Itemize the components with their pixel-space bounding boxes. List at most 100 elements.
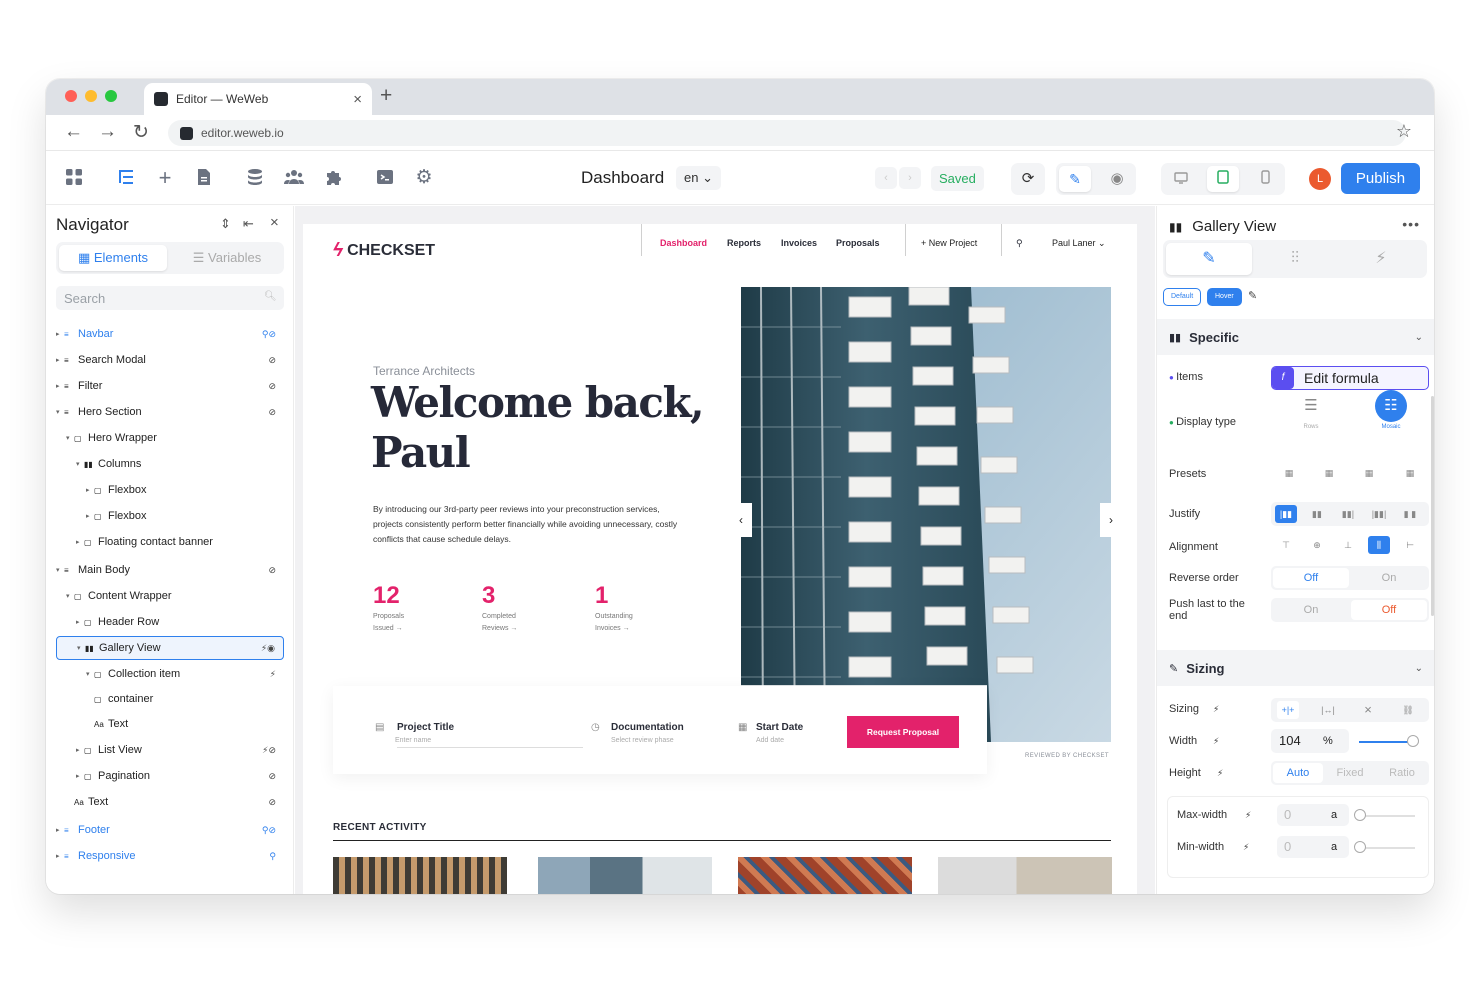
tree-item[interactable]: ▸ ▢ Flexbox bbox=[56, 504, 284, 528]
sizing-section-header[interactable]: ✎ Sizing ⌄ bbox=[1157, 650, 1434, 686]
pin-panel-icon[interactable]: ⇤ bbox=[243, 216, 254, 232]
sizing-fill-icon[interactable]: |↔| bbox=[1317, 701, 1339, 719]
edit-mode-pencil-icon[interactable]: ✎ bbox=[1059, 166, 1091, 192]
justify-between-icon[interactable]: |▮▮| bbox=[1368, 505, 1390, 523]
url-field[interactable]: editor.weweb.io bbox=[168, 120, 1406, 146]
more-options-icon[interactable]: ••• bbox=[1402, 216, 1420, 232]
justify-start-icon[interactable]: |▮▮ bbox=[1275, 505, 1297, 523]
height-auto-option[interactable]: Auto bbox=[1273, 763, 1323, 783]
state-hover[interactable]: Hover bbox=[1207, 288, 1242, 306]
min-width-slider-track[interactable] bbox=[1359, 847, 1415, 849]
tab-variables[interactable]: ☰ Variables bbox=[173, 245, 281, 271]
site-search-icon[interactable]: ⚲ bbox=[1016, 238, 1023, 249]
tree-caret-icon[interactable]: ▸ bbox=[76, 618, 84, 626]
reload-icon[interactable]: ↻ bbox=[133, 121, 149, 144]
tree-visibility-icon[interactable]: ⊘ bbox=[268, 797, 276, 808]
display-mosaic-icon[interactable]: ☷ bbox=[1375, 390, 1407, 422]
plugins-puzzle-icon[interactable] bbox=[324, 168, 344, 188]
tree-caret-icon[interactable]: ▾ bbox=[86, 670, 94, 678]
tree-item[interactable]: ▸ ≡ Responsive ⚲ bbox=[56, 844, 284, 868]
max-width-slider-track[interactable] bbox=[1359, 815, 1415, 817]
desktop-breakpoint-icon[interactable] bbox=[1165, 166, 1197, 192]
tree-visibility-icon[interactable]: ⚲⊘ bbox=[262, 329, 276, 340]
reverse-off-option[interactable]: Off bbox=[1273, 568, 1349, 588]
redo-button[interactable]: › bbox=[899, 167, 921, 189]
settings-sliders-icon[interactable]: ⫶⫶ bbox=[1252, 243, 1338, 275]
tree-visibility-icon[interactable]: ⊘ bbox=[268, 407, 276, 418]
push-on-option[interactable]: On bbox=[1273, 600, 1349, 620]
bind-bolt-icon[interactable]: ⚡ bbox=[1213, 736, 1219, 747]
site-nav-proposals[interactable]: Proposals bbox=[836, 238, 880, 248]
tree-visibility-icon[interactable]: ⊘ bbox=[268, 771, 276, 782]
tree-item[interactable]: ▾ ≡ Main Body ⊘ bbox=[56, 558, 284, 582]
site-nav-invoices[interactable]: Invoices bbox=[781, 238, 817, 248]
project-title-field[interactable]: ▤ Project Title Enter name bbox=[375, 722, 583, 748]
min-width-value[interactable]: 0 bbox=[1284, 837, 1291, 857]
browser-tab[interactable]: Editor — WeWeb × bbox=[144, 83, 372, 115]
tree-item[interactable]: Aa Text ⊘ bbox=[56, 790, 284, 814]
publish-button[interactable]: Publish bbox=[1341, 163, 1420, 194]
align-bottom-icon[interactable]: ⊥ bbox=[1337, 536, 1359, 554]
preset-3-icon[interactable]: ▦ bbox=[1358, 464, 1380, 482]
user-menu[interactable]: Paul Laner ⌄ bbox=[1052, 238, 1106, 249]
justify-center-icon[interactable]: ▮▮ bbox=[1306, 505, 1328, 523]
sync-refresh-icon[interactable]: ⟳ bbox=[1012, 166, 1044, 192]
close-panel-icon[interactable]: × bbox=[270, 214, 279, 231]
tree-visibility-icon[interactable]: ⊘ bbox=[268, 381, 276, 392]
carousel-next-icon[interactable]: › bbox=[1100, 503, 1122, 537]
max-width-slider-knob[interactable] bbox=[1354, 809, 1366, 821]
site-nav-dashboard[interactable]: Dashboard bbox=[660, 238, 707, 248]
tree-item[interactable]: ▸ ≡ Filter ⊘ bbox=[56, 374, 284, 398]
bind-bolt-icon[interactable]: ⚡ bbox=[1245, 810, 1251, 821]
pages-icon[interactable] bbox=[194, 168, 214, 188]
carousel-prev-icon[interactable]: ‹ bbox=[730, 503, 752, 537]
workflow-bolt-icon[interactable]: ⚡ bbox=[1338, 243, 1424, 275]
tree-caret-icon[interactable]: ▸ bbox=[56, 826, 64, 834]
tree-item[interactable]: ▾ ▮▮ Columns bbox=[56, 452, 284, 476]
tree-caret-icon[interactable]: ▾ bbox=[76, 460, 84, 468]
users-group-icon[interactable] bbox=[284, 168, 304, 188]
data-database-icon[interactable] bbox=[245, 168, 265, 188]
edit-formula-button[interactable]: f Edit formula bbox=[1271, 366, 1429, 390]
tree-caret-icon[interactable]: ▸ bbox=[56, 356, 64, 364]
width-slider-knob[interactable] bbox=[1407, 735, 1419, 747]
width-value[interactable]: 104 bbox=[1279, 731, 1301, 751]
align-top-icon[interactable]: ⊤ bbox=[1275, 536, 1297, 554]
user-avatar[interactable]: L bbox=[1309, 168, 1331, 190]
align-stretch-icon[interactable]: ⫼ bbox=[1368, 536, 1390, 554]
justify-around-icon[interactable]: ▮ ▮ bbox=[1399, 505, 1421, 523]
min-width-slider-knob[interactable] bbox=[1354, 841, 1366, 853]
tree-item[interactable]: ▸ ▢ Flexbox bbox=[56, 478, 284, 502]
request-proposal-button[interactable]: Request Proposal bbox=[847, 716, 959, 748]
tree-caret-icon[interactable]: ▾ bbox=[56, 408, 64, 416]
preset-2-icon[interactable]: ▦ bbox=[1318, 464, 1340, 482]
site-nav-reports[interactable]: Reports bbox=[727, 238, 761, 248]
sizing-none-icon[interactable]: × bbox=[1357, 701, 1379, 719]
tree-item[interactable]: ▾ ▢ Hero Wrapper bbox=[56, 426, 284, 450]
forward-arrow-icon[interactable]: → bbox=[98, 121, 117, 143]
width-unit[interactable]: % bbox=[1323, 731, 1333, 751]
tree-visibility-icon[interactable]: ⚲⊘ bbox=[262, 825, 276, 836]
mobile-breakpoint-icon[interactable] bbox=[1249, 166, 1281, 192]
edit-states-pencil-icon[interactable]: ✎ bbox=[1248, 289, 1257, 302]
tree-caret-icon[interactable]: ▾ bbox=[56, 566, 64, 574]
bookmark-star-icon[interactable]: ☆ bbox=[1396, 121, 1412, 142]
max-width-unit[interactable]: a bbox=[1331, 805, 1337, 825]
tree-caret-icon[interactable]: ▸ bbox=[86, 486, 94, 494]
terminal-console-icon[interactable] bbox=[375, 168, 395, 188]
new-project-link[interactable]: + New Project bbox=[921, 238, 977, 248]
tree-item[interactable]: ▸ ≡ Search Modal ⊘ bbox=[56, 348, 284, 372]
tree-item[interactable]: ▾ ▮▮ Gallery View ⚡◉ bbox=[56, 636, 284, 660]
activity-thumbnail[interactable] bbox=[538, 857, 712, 894]
reverse-on-option[interactable]: On bbox=[1351, 568, 1427, 588]
tree-caret-icon[interactable]: ▾ bbox=[66, 592, 74, 600]
stat-invoices[interactable]: 1 Outstanding Invoices → bbox=[595, 582, 633, 635]
navigator-tree-icon[interactable] bbox=[116, 168, 136, 188]
preset-4-icon[interactable]: ▦ bbox=[1399, 464, 1421, 482]
tree-item[interactable]: ▸ ▢ Pagination ⊘ bbox=[56, 764, 284, 788]
tree-visibility-icon[interactable]: ⚡⊘ bbox=[262, 745, 276, 756]
panel-scrollbar[interactable] bbox=[1431, 396, 1434, 616]
tree-visibility-icon[interactable]: ⊘ bbox=[268, 355, 276, 366]
tree-item[interactable]: ▸ ≡ Footer ⚲⊘ bbox=[56, 818, 284, 842]
activity-thumbnail[interactable] bbox=[333, 857, 507, 894]
